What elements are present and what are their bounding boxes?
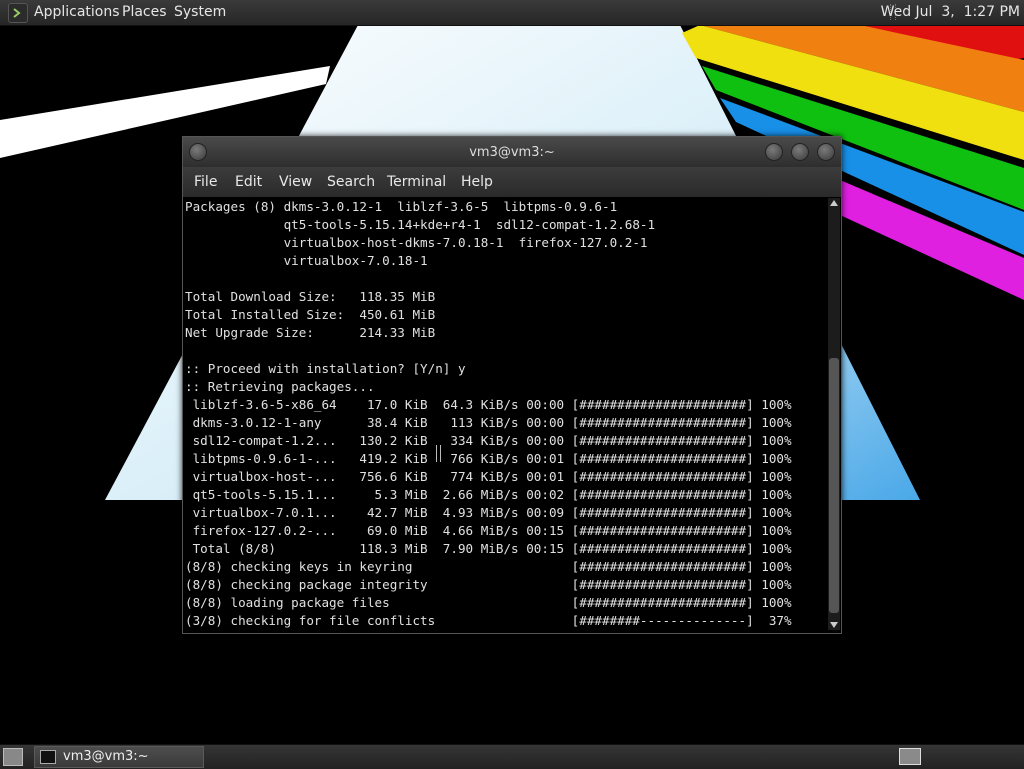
show-desktop-icon[interactable] bbox=[3, 748, 23, 766]
scroll-thumb[interactable] bbox=[829, 358, 839, 613]
terminal-line: virtualbox-host-... 756.6 KiB 774 KiB/s … bbox=[185, 469, 792, 484]
maximize-icon[interactable] bbox=[791, 143, 809, 161]
terminal-line: :: Retrieving packages... bbox=[185, 379, 375, 394]
terminal-line: virtualbox-host-dkms-7.0.18-1 firefox-12… bbox=[185, 235, 648, 250]
bottom-panel: vm3@vm3:~ bbox=[0, 744, 1024, 769]
places-menu[interactable]: Places bbox=[122, 4, 167, 20]
workspace-switcher-icon[interactable] bbox=[899, 748, 921, 765]
terminal-line: dkms-3.0.12-1-any 38.4 KiB 113 KiB/s 00:… bbox=[185, 415, 792, 430]
terminal-line: virtualbox-7.0.18-1 bbox=[185, 253, 428, 268]
terminal-line: (8/8) loading package files [###########… bbox=[185, 595, 792, 610]
menu-search[interactable]: Search bbox=[327, 174, 375, 190]
terminal-line: libtpms-0.9.6-1-... 419.2 KiB 766 KiB/s … bbox=[185, 451, 792, 466]
scrollbar[interactable] bbox=[828, 198, 840, 630]
terminal-line: liblzf-3.6-5-x86_64 17.0 KiB 64.3 KiB/s … bbox=[185, 397, 792, 412]
menu-view[interactable]: View bbox=[279, 174, 312, 190]
terminal-line: Total (8/8) 118.3 MiB 7.90 MiB/s 00:15 [… bbox=[185, 541, 792, 556]
terminal-line: Total Installed Size: 450.61 MiB bbox=[185, 307, 436, 322]
terminal-logo-icon[interactable] bbox=[8, 3, 28, 23]
menu-help[interactable]: Help bbox=[461, 174, 493, 190]
terminal-menubar: File Edit View Search Terminal Help bbox=[183, 167, 841, 197]
terminal-icon bbox=[40, 750, 56, 764]
scroll-up-icon[interactable] bbox=[830, 200, 838, 206]
terminal-line: virtualbox-7.0.1... 42.7 MiB 4.93 MiB/s … bbox=[185, 505, 792, 520]
terminal-line: firefox-127.0.2-... 69.0 MiB 4.66 MiB/s … bbox=[185, 523, 792, 538]
window-title: vm3@vm3:~ bbox=[469, 145, 555, 160]
text-cursor-icon bbox=[436, 445, 441, 462]
terminal-line: qt5-tools-5.15.1... 5.3 MiB 2.66 MiB/s 0… bbox=[185, 487, 792, 502]
top-panel: Applications Places System Wed Jul 3, 1:… bbox=[0, 0, 1024, 26]
terminal-line: :: Proceed with installation? [Y/n] y bbox=[185, 361, 466, 376]
terminal-line: Total Download Size: 118.35 MiB bbox=[185, 289, 436, 304]
terminal-window: vm3@vm3:~ File Edit View Search Terminal… bbox=[182, 136, 842, 634]
menu-file[interactable]: File bbox=[194, 174, 217, 190]
terminal-line: (8/8) checking keys in keyring [########… bbox=[185, 559, 792, 574]
minimize-icon[interactable] bbox=[765, 143, 783, 161]
terminal-line: qt5-tools-5.15.14+kde+r4-1 sdl12-compat-… bbox=[185, 217, 656, 232]
terminal-line: Packages (8) dkms-3.0.12-1 liblzf-3.6-5 … bbox=[185, 199, 618, 214]
close-icon[interactable] bbox=[817, 143, 835, 161]
system-menu[interactable]: System bbox=[174, 4, 226, 20]
window-titlebar[interactable]: vm3@vm3:~ bbox=[183, 137, 841, 167]
taskbar-window-label: vm3@vm3:~ bbox=[63, 749, 149, 764]
menu-terminal[interactable]: Terminal bbox=[387, 174, 446, 190]
terminal-output[interactable]: Packages (8) dkms-3.0.12-1 liblzf-3.6-5 … bbox=[185, 198, 825, 630]
applications-menu[interactable]: Applications bbox=[34, 4, 120, 20]
scroll-down-icon[interactable] bbox=[830, 622, 838, 628]
terminal-line: (3/8) checking for file conflicts [#####… bbox=[185, 613, 792, 628]
terminal-line: Net Upgrade Size: 214.33 MiB bbox=[185, 325, 436, 340]
terminal-line: sdl12-compat-1.2... 130.2 KiB 334 KiB/s … bbox=[185, 433, 792, 448]
terminal-line: (8/8) checking package integrity [######… bbox=[185, 577, 792, 592]
taskbar-window-button[interactable]: vm3@vm3:~ bbox=[34, 746, 204, 768]
panel-clock[interactable]: Wed Jul 3, 1:27 PM bbox=[881, 4, 1020, 20]
menu-edit[interactable]: Edit bbox=[235, 174, 262, 190]
